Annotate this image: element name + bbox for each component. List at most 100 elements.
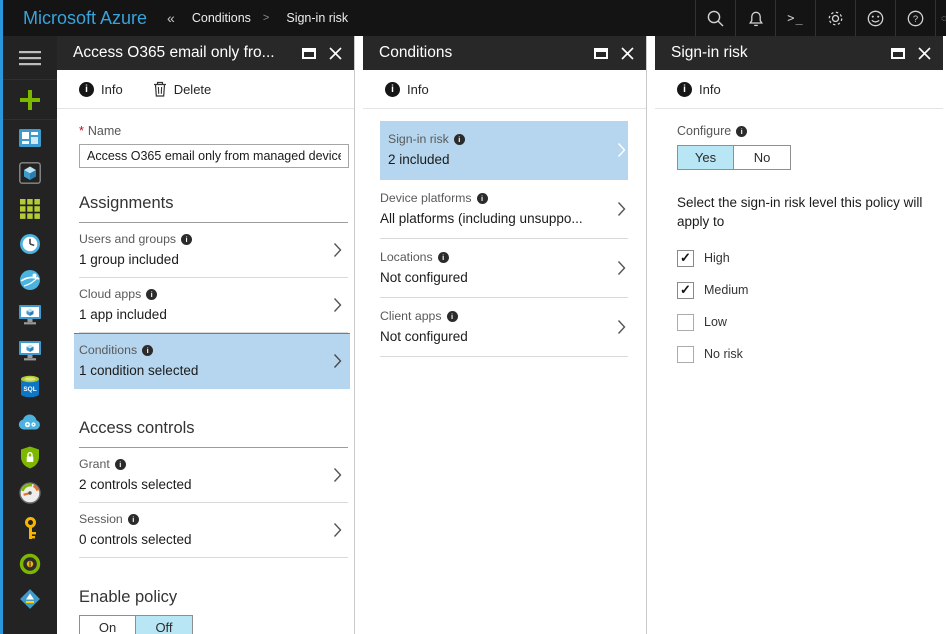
sign-in-risk-blade: Sign-in risk Info Configure bbox=[655, 36, 943, 634]
enable-policy-on-button[interactable]: On bbox=[79, 615, 136, 634]
info-icon bbox=[146, 289, 157, 300]
conditions-toolbar: Info bbox=[363, 70, 646, 109]
sign-in-risk-row[interactable]: Sign-in risk 2 included bbox=[380, 121, 628, 180]
chevron-right-icon bbox=[333, 522, 342, 538]
configure-toggle: Yes No bbox=[677, 145, 937, 170]
feedback-smiley-icon[interactable] bbox=[855, 0, 895, 36]
checkbox-checked-icon[interactable]: ✓ bbox=[677, 250, 694, 267]
chevron-right-icon bbox=[617, 201, 626, 217]
top-bar: Microsoft Azure « Conditions > Sign-in r… bbox=[0, 0, 946, 36]
azure-brand-link[interactable]: Microsoft Azure bbox=[23, 8, 147, 29]
close-icon[interactable] bbox=[918, 47, 931, 60]
cloud-apps-row[interactable]: Cloud apps 1 app included bbox=[79, 278, 348, 333]
topbar-icon-group: >_ ? bbox=[695, 0, 946, 36]
dashboard-icon[interactable] bbox=[3, 120, 57, 156]
info-icon bbox=[79, 82, 94, 97]
info-button[interactable]: Info bbox=[385, 82, 429, 97]
enable-policy-toggle: On Off bbox=[79, 615, 348, 634]
close-icon[interactable] bbox=[329, 47, 342, 60]
security-center-shield-icon[interactable] bbox=[3, 440, 57, 476]
settings-gear-icon[interactable] bbox=[815, 0, 855, 36]
virtual-machines-monitor-icon[interactable] bbox=[3, 298, 57, 334]
chevron-right-icon bbox=[617, 142, 626, 158]
virtual-machines-classic-monitor-icon[interactable] bbox=[3, 333, 57, 369]
trash-icon bbox=[153, 81, 167, 97]
app-services-globe-icon[interactable] bbox=[3, 262, 57, 298]
checkbox-checked-icon[interactable]: ✓ bbox=[677, 282, 694, 299]
left-nav-sidebar: SQL bbox=[0, 36, 57, 634]
breadcrumb-conditions[interactable]: Conditions bbox=[192, 11, 251, 25]
risk-low-checkbox-row[interactable]: Low bbox=[677, 314, 937, 331]
info-button[interactable]: Info bbox=[677, 82, 721, 97]
hamburger-icon[interactable] bbox=[3, 36, 57, 80]
help-icon[interactable]: ? bbox=[895, 0, 935, 36]
maximize-icon[interactable] bbox=[594, 48, 608, 59]
breadcrumb-sign-in-risk[interactable]: Sign-in risk bbox=[286, 11, 348, 25]
conditions-blade: Conditions Info Sign-in risk bbox=[363, 36, 647, 634]
chevron-right-icon bbox=[333, 242, 342, 258]
search-icon[interactable] bbox=[695, 0, 735, 36]
maximize-icon[interactable] bbox=[891, 48, 905, 59]
configure-yes-button[interactable]: Yes bbox=[677, 145, 734, 170]
resource-groups-grid-icon[interactable] bbox=[3, 191, 57, 227]
enable-policy-heading: Enable policy bbox=[79, 588, 348, 607]
access-controls-heading: Access controls bbox=[79, 419, 348, 448]
risk-no-risk-checkbox-row[interactable]: No risk bbox=[677, 346, 937, 363]
all-resources-cube-icon[interactable] bbox=[3, 156, 57, 192]
svg-text:SQL: SQL bbox=[23, 386, 36, 393]
risk-high-checkbox-row[interactable]: ✓ High bbox=[677, 250, 937, 267]
chevron-right-icon bbox=[333, 467, 342, 483]
info-icon bbox=[128, 514, 139, 525]
breadcrumb-separator: > bbox=[263, 12, 269, 24]
chevron-right-icon bbox=[333, 353, 342, 369]
policy-toolbar: Info Delete bbox=[57, 70, 354, 109]
users-and-groups-row[interactable]: Users and groups 1 group included bbox=[79, 223, 348, 278]
blade-stack: Access O365 email only fro... Info Delet… bbox=[57, 36, 946, 634]
recent-clock-icon[interactable] bbox=[3, 227, 57, 263]
sql-databases-icon[interactable]: SQL bbox=[3, 369, 57, 405]
chevron-right-icon bbox=[617, 260, 626, 276]
device-platforms-row[interactable]: Device platforms All platforms (includin… bbox=[380, 180, 628, 239]
policy-blade: Access O365 email only fro... Info Delet… bbox=[57, 36, 355, 634]
locations-row[interactable]: Locations Not configured bbox=[380, 239, 628, 298]
info-icon bbox=[385, 82, 400, 97]
account-partial-icon[interactable] bbox=[935, 0, 946, 36]
cloud-shell-icon[interactable]: >_ bbox=[775, 0, 815, 36]
info-icon bbox=[454, 134, 465, 145]
info-icon bbox=[438, 252, 449, 263]
checkbox-unchecked-icon[interactable] bbox=[677, 314, 694, 331]
session-row[interactable]: Session 0 controls selected bbox=[79, 503, 348, 558]
required-asterisk: * bbox=[79, 124, 84, 138]
azure-portal: Microsoft Azure « Conditions > Sign-in r… bbox=[0, 0, 946, 634]
enable-policy-off-button[interactable]: Off bbox=[136, 615, 193, 634]
assignments-heading: Assignments bbox=[79, 194, 348, 223]
chevron-right-icon bbox=[617, 319, 626, 335]
checkbox-unchecked-icon[interactable] bbox=[677, 346, 694, 363]
info-button[interactable]: Info bbox=[79, 82, 123, 97]
close-icon[interactable] bbox=[621, 47, 634, 60]
name-field-label: *Name bbox=[79, 124, 348, 138]
azure-active-directory-icon[interactable] bbox=[3, 582, 57, 618]
risk-level-description: Select the sign-in risk level this polic… bbox=[677, 194, 937, 232]
conditions-row[interactable]: Conditions 1 condition selected bbox=[74, 333, 350, 389]
grant-row[interactable]: Grant 2 controls selected bbox=[79, 448, 348, 503]
conditions-blade-body: Sign-in risk 2 included Device platforms… bbox=[363, 109, 646, 634]
info-icon bbox=[736, 126, 747, 137]
cost-billing-icon[interactable] bbox=[3, 546, 57, 582]
info-icon bbox=[447, 311, 458, 322]
policy-name-input[interactable] bbox=[79, 144, 349, 168]
policy-blade-header: Access O365 email only fro... bbox=[57, 36, 354, 70]
key-vault-icon[interactable] bbox=[3, 511, 57, 547]
chevron-right-icon bbox=[333, 297, 342, 313]
cloud-services-icon[interactable] bbox=[3, 404, 57, 440]
create-resource-plus-icon[interactable] bbox=[3, 80, 57, 120]
maximize-icon[interactable] bbox=[302, 48, 316, 59]
risk-medium-checkbox-row[interactable]: ✓ Medium bbox=[677, 282, 937, 299]
notifications-bell-icon[interactable] bbox=[735, 0, 775, 36]
breadcrumb-collapse-chevrons[interactable]: « bbox=[167, 10, 175, 26]
client-apps-row[interactable]: Client apps Not configured bbox=[380, 298, 628, 357]
configure-no-button[interactable]: No bbox=[734, 145, 791, 170]
sidebar-accent-strip bbox=[0, 0, 3, 634]
delete-button[interactable]: Delete bbox=[153, 81, 212, 97]
advisor-gauge-icon[interactable] bbox=[3, 475, 57, 511]
